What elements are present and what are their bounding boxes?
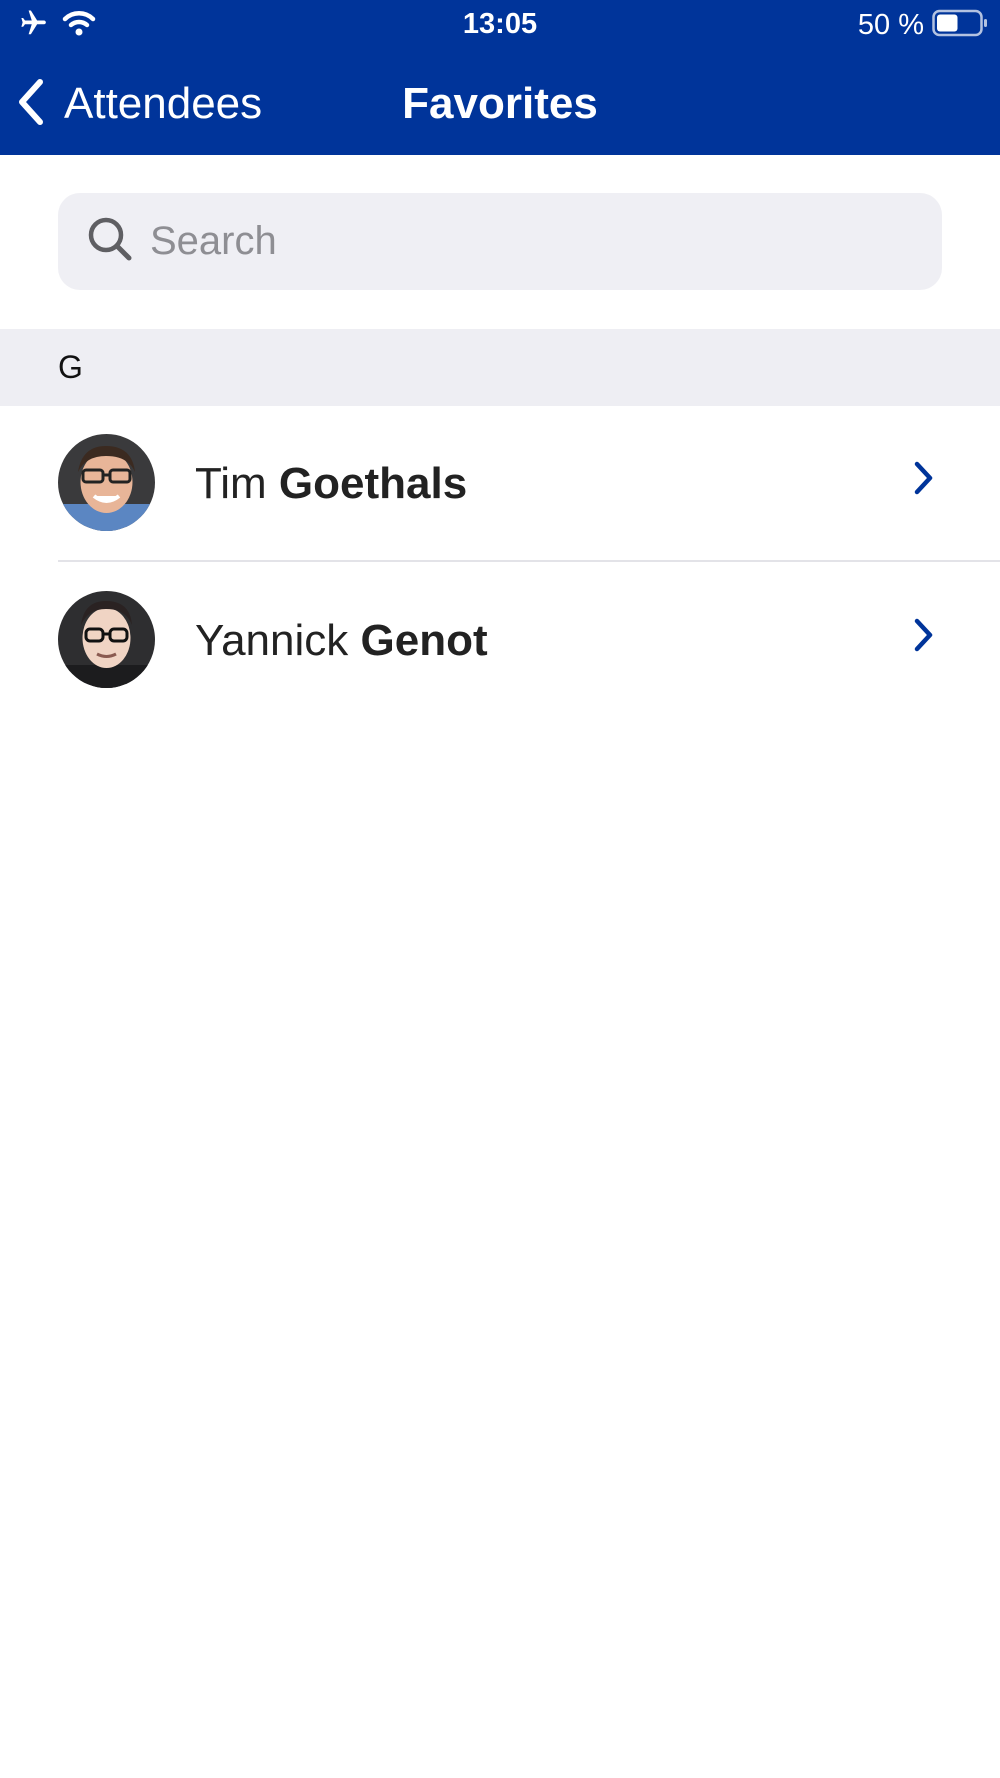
status-right: 50 %: [858, 8, 988, 42]
last-name: Genot: [360, 616, 488, 665]
attendee-name: Yannick Genot: [195, 614, 488, 668]
search-bar[interactable]: [58, 193, 942, 290]
battery-percent: 50 %: [857, 9, 924, 41]
page-title: Favorites: [402, 79, 598, 128]
section-header: G: [0, 329, 1000, 406]
last-name: Goethals: [278, 459, 468, 508]
nav-bar: Attendees Favorites: [0, 50, 1000, 155]
chevron-right-icon: [908, 458, 938, 498]
list-item[interactable]: Yannick Genot: [0, 563, 1000, 720]
avatar: [58, 591, 155, 688]
first-name: Yannick: [195, 616, 349, 665]
battery-icon: [932, 9, 988, 42]
first-name: Tim: [195, 459, 267, 508]
search-icon: [86, 215, 134, 268]
favorites-screen: 13:05 50 % Attendees Favorites Search G …: [0, 0, 1000, 1778]
attendee-name: Tim Goethals: [195, 457, 467, 511]
chevron-right-icon: [908, 615, 938, 655]
divider: [58, 560, 1000, 562]
avatar: [58, 434, 155, 531]
status-bar: 13:05 50 %: [0, 0, 1000, 50]
section-letter: G: [58, 349, 83, 385]
status-time: 13:05: [462, 8, 538, 40]
list-item[interactable]: Tim Goethals: [0, 406, 1000, 563]
header: 13:05 50 % Attendees Favorites: [0, 0, 1000, 155]
search-input[interactable]: [150, 211, 910, 272]
